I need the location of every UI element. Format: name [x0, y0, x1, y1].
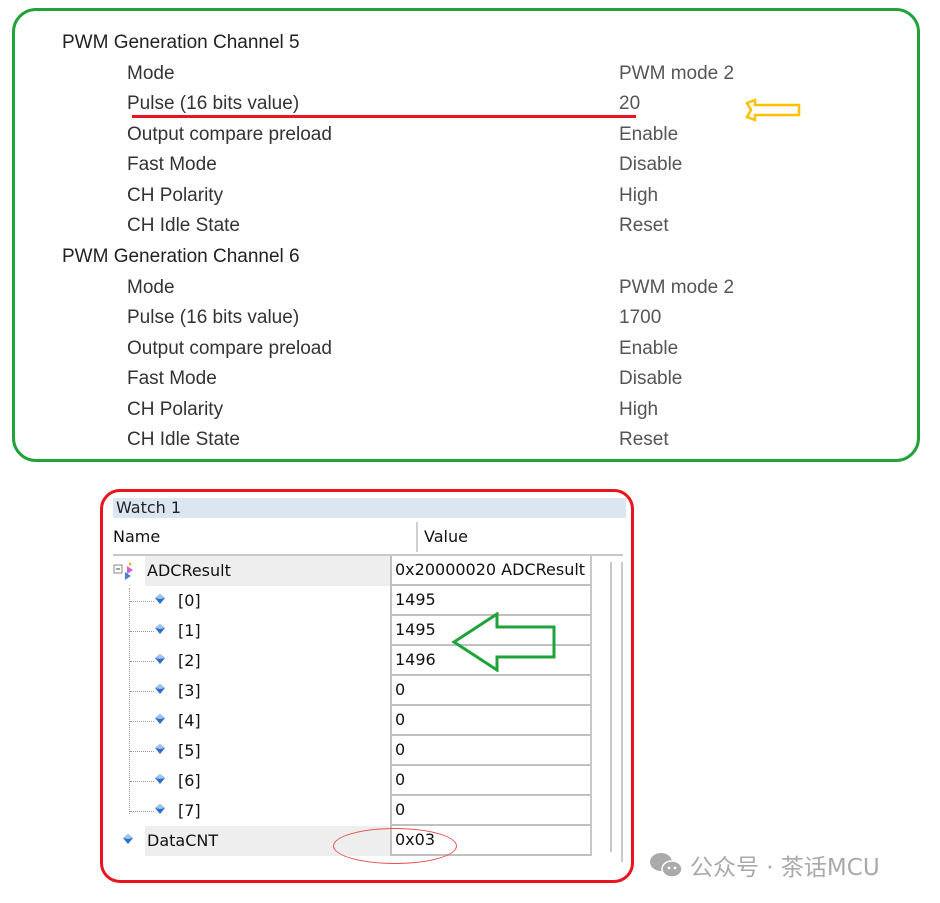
- watch-name: DataCNT: [147, 831, 219, 850]
- watch-name: [7]: [178, 801, 201, 820]
- watch-row[interactable]: [3] 0: [103, 676, 631, 706]
- watch-name: [6]: [178, 771, 201, 790]
- watch-name: ADCResult: [147, 561, 231, 580]
- param-value[interactable]: High: [619, 399, 658, 421]
- variable-gem-icon: [155, 714, 165, 724]
- watch-value[interactable]: 0x20000020 ADCResult: [390, 556, 590, 586]
- watch-name: [5]: [178, 741, 201, 760]
- watch-name: [2]: [178, 651, 201, 670]
- watch-name: [3]: [178, 681, 201, 700]
- param-value[interactable]: Enable: [619, 338, 678, 360]
- param-value[interactable]: Reset: [619, 429, 669, 451]
- param-label: CH Polarity: [127, 185, 224, 206]
- param-value[interactable]: Reset: [619, 215, 669, 237]
- scrollbar-track[interactable]: [621, 562, 623, 862]
- variable-gem-icon: [155, 654, 165, 664]
- watch-window: Watch 1 Name Value ADCResult 0x20000020 …: [100, 489, 634, 883]
- struct-expand-icon[interactable]: [113, 560, 137, 582]
- variable-gem-icon: [155, 744, 165, 754]
- param-value[interactable]: Disable: [619, 368, 682, 390]
- datacnt-highlight-ellipse: [333, 828, 457, 864]
- param-label: Output compare preload: [127, 338, 332, 359]
- column-header-value[interactable]: Value: [416, 522, 468, 552]
- param-value[interactable]: Disable: [619, 154, 682, 176]
- watch-title: Watch 1: [113, 498, 626, 518]
- param-label: Mode: [127, 63, 175, 84]
- param-value[interactable]: PWM mode 2: [619, 277, 734, 299]
- variable-gem-icon: [155, 624, 165, 634]
- param-label: CH Idle State: [127, 429, 240, 450]
- variable-gem-icon: [155, 774, 165, 784]
- pointer-arrow-icon: [451, 612, 556, 672]
- param-label: Output compare preload: [127, 124, 332, 145]
- watch-name: [4]: [178, 711, 201, 730]
- watch-value[interactable]: 0: [390, 766, 590, 796]
- param-label: Fast Mode: [127, 368, 217, 389]
- param-label: Mode: [127, 277, 175, 298]
- variable-gem-icon: [155, 804, 165, 814]
- grid-line: [590, 556, 592, 856]
- watch-name: [1]: [178, 621, 201, 640]
- channel-5-header: PWM Generation Channel 5: [62, 32, 300, 53]
- highlight-arrow-icon: [745, 98, 801, 122]
- watch-value[interactable]: 0: [390, 706, 590, 736]
- column-header-name[interactable]: Name: [113, 522, 160, 552]
- channel-6-header: PWM Generation Channel 6: [62, 246, 300, 267]
- watch-row[interactable]: [5] 0: [103, 736, 631, 766]
- watch-value[interactable]: 0: [390, 736, 590, 766]
- param-value[interactable]: 20: [619, 93, 640, 115]
- param-value[interactable]: PWM mode 2: [619, 63, 734, 85]
- watermark-text: 公众号 · 茶话MCU: [690, 855, 880, 881]
- watch-row[interactable]: [7] 0: [103, 796, 631, 826]
- pulse-highlight-underline: [132, 115, 636, 118]
- wechat-icon: [650, 853, 683, 878]
- watch-row[interactable]: [4] 0: [103, 706, 631, 736]
- param-value[interactable]: High: [619, 185, 658, 207]
- param-label: Fast Mode: [127, 154, 217, 175]
- variable-gem-icon: [155, 684, 165, 694]
- watch-row[interactable]: [6] 0: [103, 766, 631, 796]
- grid-line: [610, 562, 612, 852]
- variable-gem-icon: [123, 834, 133, 844]
- param-value[interactable]: 1700: [619, 307, 661, 329]
- param-label: Pulse (16 bits value): [127, 93, 300, 114]
- param-label: Pulse (16 bits value): [127, 307, 300, 328]
- param-value[interactable]: Enable: [619, 124, 678, 146]
- watch-name: [0]: [178, 591, 201, 610]
- param-label: CH Polarity: [127, 399, 224, 420]
- watch-row[interactable]: ADCResult 0x20000020 ADCResult: [103, 556, 631, 586]
- variable-gem-icon: [155, 594, 165, 604]
- param-label: CH Idle State: [127, 215, 240, 236]
- watch-value[interactable]: 0: [390, 796, 590, 826]
- watch-value[interactable]: 0: [390, 676, 590, 706]
